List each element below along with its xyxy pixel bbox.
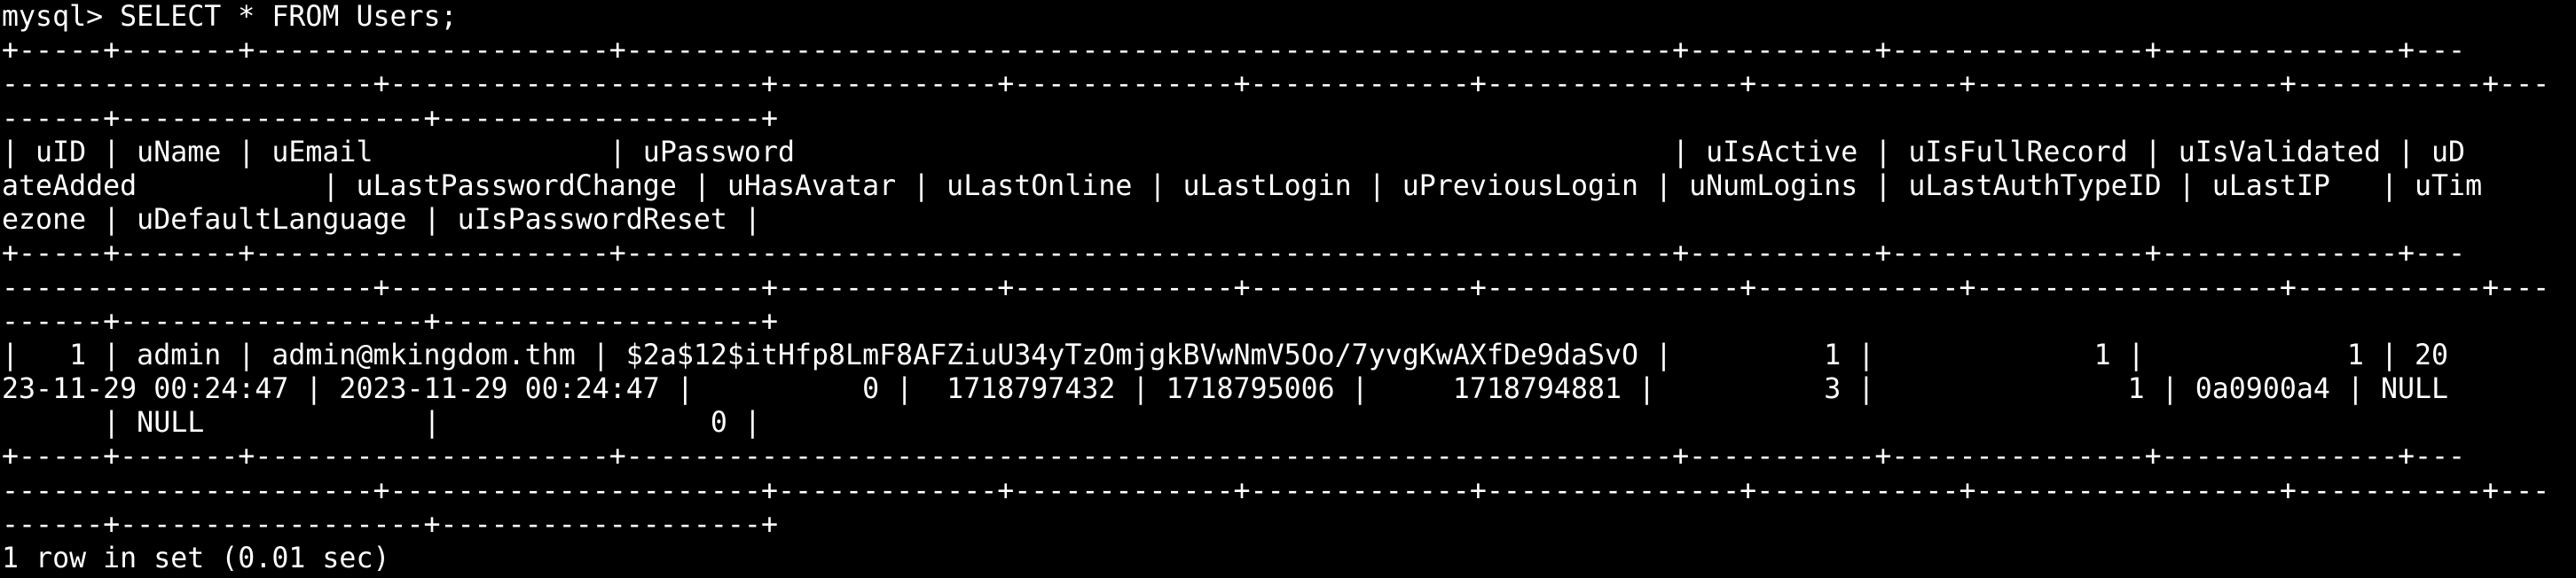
table-header-line: | uID | uName | uEmail | uPassword | uIs… [2,136,2466,168]
sql-command: SELECT * FROM Users; [120,1,458,33]
result-summary: 1 row in set (0.01 sec) [2,543,390,574]
table-row-line: | NULL | 0 | [2,407,761,440]
table-border-line: ----------------------+-----------------… [2,271,2550,304]
table-row-line: | 1 | admin | admin@mkingdom.thm | $2a$1… [2,339,2449,371]
table-border-line: ----------------------+-----------------… [2,474,2550,507]
table-border-line: +-----+-------+---------------------+---… [2,238,2466,270]
table-border-line: ----------------------+-----------------… [2,68,2550,101]
table-border-line: ------+------------------+--------------… [2,508,778,541]
table-row-line: 23-11-29 00:24:47 | 2023-11-29 00:24:47 … [2,373,2449,406]
table-border-line: ------+------------------+--------------… [2,102,778,135]
table-header-line: ezone | uDefaultLanguage | uIsPasswordRe… [2,204,761,237]
table-border-line: +-----+-------+---------------------+---… [2,441,2466,473]
table-header-line: ateAdded | uLastPasswordChange | uHasAva… [2,169,2483,202]
mysql-prompt: mysql> [2,1,121,33]
terminal-window[interactable]: mysql> SELECT * FROM Users; +-----+-----… [0,0,2576,578]
table-border-line: +-----+-------+---------------------+---… [2,35,2466,67]
command-line: mysql> SELECT * FROM Users; [2,0,2576,34]
table-border-line: ------+------------------+--------------… [2,305,778,338]
